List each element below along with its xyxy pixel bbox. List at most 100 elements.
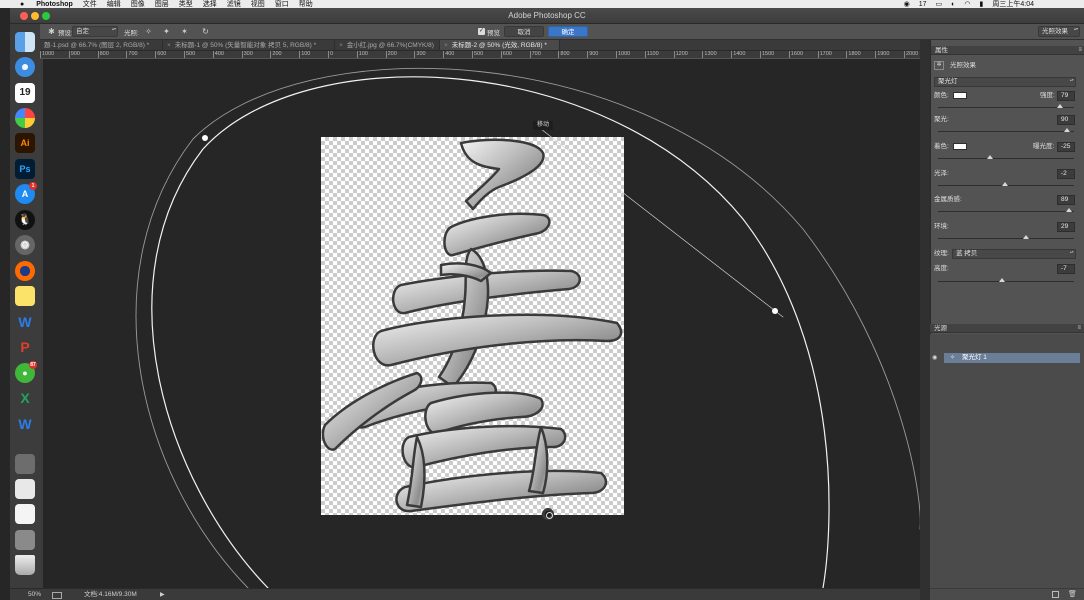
document-size[interactable]: 文档:4.16M/9.30M [84,591,137,599]
spot-light-icon[interactable]: ✧ [143,26,154,37]
preview-checkbox[interactable]: ✓ [478,28,485,35]
finder-icon[interactable] [15,32,35,52]
canvas-area[interactable]: 移动 [43,59,920,588]
light-type-select[interactable]: 聚光灯 [934,77,1076,87]
close-tab-icon[interactable]: × [339,42,343,49]
tab-document-2[interactable]: × 未标题-1 @ 50% (矢量智能对象 拷贝 5, RGB/8) * [163,40,335,50]
close-tab-icon[interactable]: × [167,42,171,49]
intensity-input[interactable]: 79 [1057,91,1075,101]
menu-image[interactable]: 图像 [131,0,145,8]
menu-file[interactable]: 文件 [83,0,97,8]
menu-app-name[interactable]: Photoshop [36,1,73,8]
menu-type[interactable]: 类型 [179,0,193,8]
preset-select[interactable]: 自定 [72,26,118,37]
menu-help[interactable]: 帮助 [299,0,313,8]
gloss-input[interactable]: -2 [1057,169,1075,179]
menu-filter[interactable]: 滤镜 [227,0,241,8]
sync-icon[interactable]: ◐ [951,1,955,8]
downloads-stack-icon[interactable] [15,530,35,550]
hotspot-slider-thumb[interactable] [1064,128,1071,132]
height-slider[interactable] [938,278,1074,282]
wechat-icon[interactable]: ● 87 [15,361,37,383]
menubar-clock[interactable]: 周三上午4:04 [992,0,1034,8]
ambience-input[interactable]: 29 [1057,222,1075,232]
battery-icon[interactable]: ▮ [980,0,984,8]
close-tab-icon[interactable]: × [444,42,448,49]
reset-light-icon[interactable]: ↻ [200,26,211,37]
calendar-icon[interactable]: 19 [15,83,35,103]
lighting-tool-icon[interactable]: ✱ [46,26,57,37]
infinite-light-icon[interactable]: ✶ [179,26,190,37]
intensity-slider-thumb[interactable] [1057,104,1064,108]
ambience-slider-thumb[interactable] [1023,235,1030,239]
menu-layer[interactable]: 图层 [155,0,169,8]
hotspot-slider[interactable] [938,128,1074,132]
word-document-icon[interactable] [15,504,35,524]
hotspot-input[interactable]: 90 [1057,115,1075,125]
notification-icon[interactable]: ◉ [904,0,910,8]
photos-icon[interactable] [15,108,35,128]
share-icon[interactable] [52,592,62,599]
light-center-handle[interactable] [541,507,555,521]
trash-icon[interactable] [15,555,35,575]
app-store-icon[interactable]: A1 [15,182,37,204]
panel-menu-icon[interactable]: ≡ [1078,46,1082,55]
ellipse-handle-top-left[interactable] [202,135,208,141]
wps-presentation-icon[interactable]: P [15,337,35,357]
height-input[interactable]: -7 [1057,264,1075,274]
cancel-button[interactable]: 取消 [504,26,544,37]
wps-spreadsheet-icon[interactable]: X [15,388,35,408]
photoshop-icon[interactable]: Ps [15,159,35,179]
light-color-swatch[interactable] [953,92,967,99]
status-menu-arrow-icon[interactable]: ▶ [160,591,165,599]
menu-window[interactable]: 窗口 [275,0,289,8]
lights-menu-icon[interactable]: ≡ [1077,324,1081,333]
metallic-input[interactable]: 89 [1057,195,1075,205]
ambience-slider[interactable] [938,235,1074,239]
delete-light-icon[interactable]: 🗑 [1068,590,1077,598]
zoom-level[interactable]: 50% [28,591,41,599]
apple-icon[interactable]: ● [20,1,24,8]
intensity-slider[interactable] [938,104,1074,108]
wps-writer-icon[interactable]: W [15,312,35,332]
point-light-icon[interactable]: ✦ [161,26,172,37]
document-thumbnail-icon[interactable] [15,479,35,499]
menu-view[interactable]: 视图 [251,0,265,8]
gloss-slider[interactable] [938,182,1074,186]
exposure-slider-thumb[interactable] [986,155,993,159]
exposure-input[interactable]: -25 [1057,142,1075,152]
new-light-icon[interactable] [1052,591,1059,598]
firefox-icon[interactable] [15,261,35,281]
visibility-eye-icon[interactable]: ◉ [932,354,937,361]
spotlight-icon: ✧ [950,355,956,361]
tab-document-active[interactable]: × 未标题-2 @ 50% (光效, RGB/8) * [440,40,560,50]
height-slider-thumb[interactable] [998,278,1005,282]
illustrator-icon[interactable]: Ai [15,133,35,153]
ok-button[interactable]: 确定 [548,26,588,37]
metallic-slider[interactable] [938,208,1074,212]
notes-icon[interactable] [15,286,35,306]
gloss-slider-thumb[interactable] [1001,182,1008,186]
ellipse-handle-right[interactable] [772,308,778,314]
display-icon[interactable]: ▭ [936,0,943,8]
light-item-spotlight-1[interactable]: ◉ ✧ 聚光灯 1 [930,353,1080,363]
system-preferences-icon[interactable]: ⚙ [15,235,35,255]
workspace-select[interactable]: 光照效果 [1038,26,1080,37]
screenshot-thumbnail-icon[interactable] [15,454,35,474]
qq-icon[interactable]: 🐧 [15,210,35,230]
exposure-slider[interactable] [938,155,1074,159]
lights-header[interactable]: 光源 ≡ [930,324,1084,333]
horizontal-ruler[interactable]: 1000 900 800 700 600 500 400 300 200 100 0 100 200 30… [40,51,920,59]
tab-document-1[interactable]: 题-1.psd @ 66.7% (图层 2, RGB/8) * [40,40,163,50]
safari-icon[interactable]: ➚ [15,57,35,77]
tab-document-3[interactable]: × 金小红.jpg @ 66.7%(CMYK/8) [335,40,440,50]
wifi-icon[interactable]: ◠ [964,0,970,8]
metallic-slider-thumb[interactable] [1065,208,1072,212]
texture-select[interactable]: 蓝 拷贝 [952,249,1076,259]
light-ellipse-overlay[interactable] [43,59,920,588]
menu-select[interactable]: 选择 [203,0,217,8]
wps-office-icon[interactable]: W [15,414,35,434]
colorize-swatch[interactable] [953,143,967,150]
properties-header[interactable]: 属性 ≡ [931,46,1084,55]
menu-edit[interactable]: 编辑 [107,0,121,8]
